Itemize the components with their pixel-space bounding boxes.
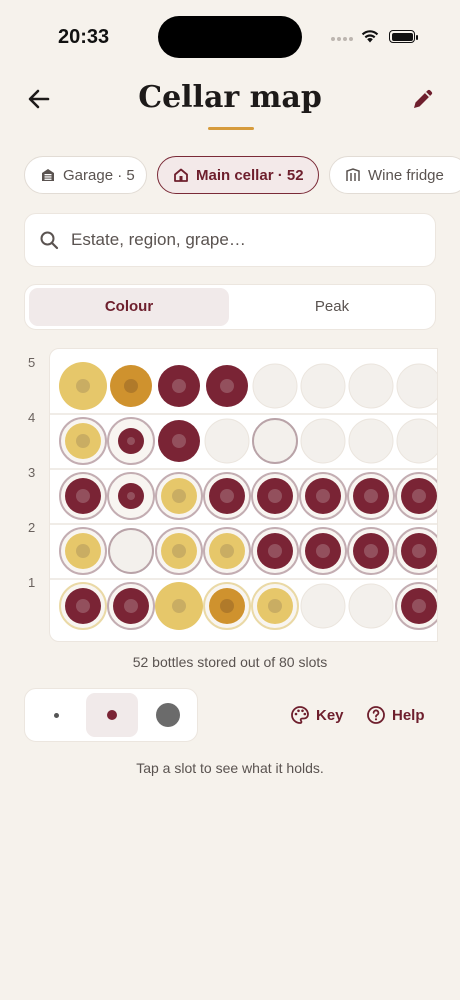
large-dot-icon [156,703,180,727]
view-toggle: Colour Peak [24,284,436,330]
rack-slot[interactable] [107,582,155,630]
help-label: Help [392,706,425,724]
key-label: Key [316,706,344,724]
rack-slot[interactable] [348,418,394,464]
rack-slot[interactable] [347,472,395,520]
search-icon [40,231,59,250]
rack-slot[interactable] [110,365,152,407]
rack-slot[interactable] [395,472,438,520]
house-icon [174,168,188,182]
title-underline [208,127,254,130]
hint-text: Tap a slot to see what it holds. [136,760,324,776]
rack-slot[interactable] [59,527,107,575]
rack-slot[interactable] [59,472,107,520]
small-dot-icon [53,712,59,718]
rack-slot[interactable] [299,472,347,520]
rack-slot[interactable] [347,527,395,575]
fridge-icon [346,168,360,181]
rack-slot[interactable] [155,582,203,630]
row-label-3: 3 [28,465,36,480]
row-label-5: 5 [28,355,36,370]
row-label-4: 4 [28,410,36,425]
rack-slot[interactable] [158,420,200,462]
rack-slot[interactable] [300,583,346,629]
key-button[interactable]: Key [290,705,344,725]
rack-slot[interactable] [206,365,248,407]
chip-main-cellar[interactable]: Main cellar · 52 [157,156,319,194]
rack-slot[interactable] [348,583,394,629]
rack-slot[interactable] [203,527,251,575]
rack-slot[interactable] [251,582,299,630]
rack-slot[interactable] [107,472,155,520]
rack-slot[interactable] [59,417,107,465]
page-title: Cellar map [138,80,322,115]
question-circle-icon [367,706,385,724]
pencil-icon [414,89,433,108]
rack-slot[interactable] [155,527,203,575]
rack-slot[interactable] [59,362,107,410]
rack-slot[interactable] [300,363,346,409]
rack-slot[interactable] [252,418,298,464]
edit-button[interactable] [408,84,438,114]
rack-grid [50,362,438,630]
dynamic-island [158,16,302,58]
rack-slot[interactable] [299,527,347,575]
cellular-signal-icon [331,37,353,41]
rack-slot[interactable] [396,418,438,464]
rack-slot[interactable] [108,528,154,574]
chip-wine-fridge[interactable]: Wine fridge [329,156,460,194]
dot-size-toggle [24,688,198,742]
rack-slot[interactable] [348,363,394,409]
status-bar: 20:33 [0,0,460,70]
wifi-icon [361,30,379,43]
dot-size-large-button[interactable] [142,693,194,737]
search-bar [24,213,436,267]
rack-slot[interactable] [300,418,346,464]
tab-peak[interactable]: Peak [232,288,432,326]
chip-main-cellar-label: Main cellar · 52 [196,166,304,184]
rack-slot[interactable] [203,472,251,520]
rack-slot[interactable] [251,472,299,520]
garage-icon [42,169,54,181]
status-time: 20:33 [58,26,110,48]
dot-size-small-button[interactable] [30,693,82,737]
chip-garage-label: Garage · 5 [63,166,135,184]
rack-slot[interactable] [395,582,438,630]
capacity-text: 52 bottles stored out of 80 slots [132,654,328,670]
rack-slot[interactable] [204,418,250,464]
rack-slot[interactable] [155,472,203,520]
rack-slot[interactable] [59,582,107,630]
chip-garage[interactable]: Garage · 5 [24,156,147,194]
rack-slot[interactable] [251,527,299,575]
rack-slot[interactable] [396,363,438,409]
rack-slot[interactable] [395,527,438,575]
row-label-1: 1 [28,575,36,590]
palette-icon [291,706,309,724]
medium-dot-icon [107,710,117,720]
rack-slot[interactable] [107,417,155,465]
dot-size-medium-button[interactable] [86,693,138,737]
tab-colour[interactable]: Colour [29,288,229,326]
rack-slot[interactable] [203,582,251,630]
battery-icon [389,30,418,43]
rack-slot[interactable] [252,363,298,409]
row-label-2: 2 [28,520,36,535]
location-chips: Garage · 5 Main cellar · 52 Wine fridge [24,156,460,198]
cellar-rack [49,348,438,642]
help-button[interactable]: Help [366,705,425,725]
rack-slot[interactable] [158,365,200,407]
chip-wine-fridge-label: Wine fridge [368,166,444,184]
search-input[interactable] [69,229,393,251]
